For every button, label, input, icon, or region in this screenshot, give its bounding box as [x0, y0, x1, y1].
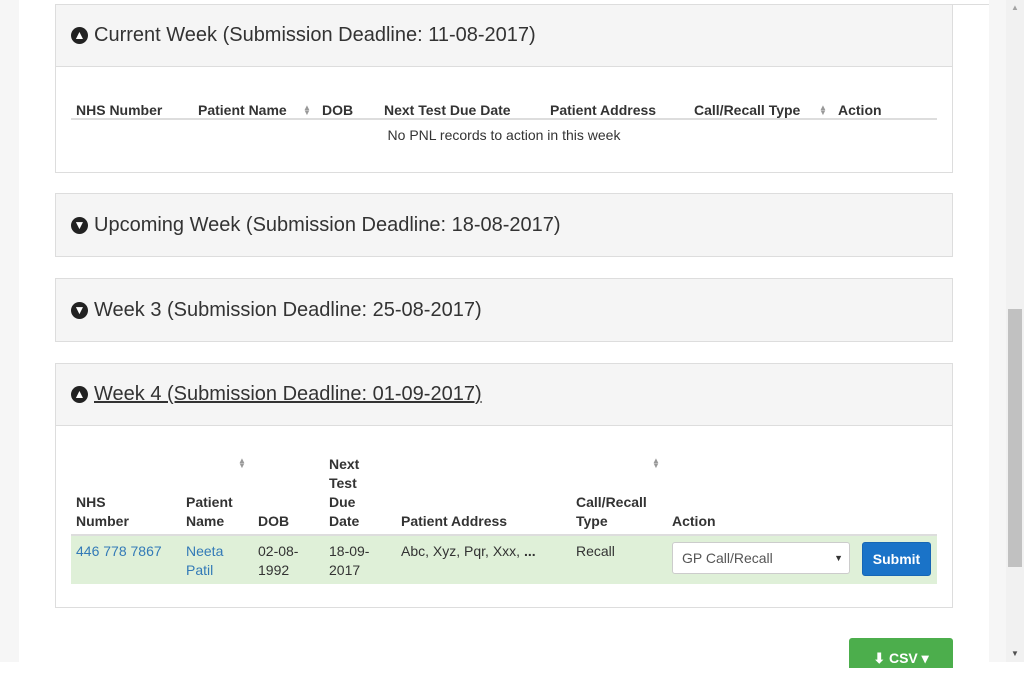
patient-name-line: Patil	[186, 562, 214, 578]
header-line: Next	[329, 456, 360, 472]
col-header-patient-name[interactable]: Patient Name ▲ ▼	[193, 95, 317, 119]
vertical-scrollbar[interactable]: ▲ ▼	[1006, 0, 1024, 662]
table-row: 446 778 7867 Neeta Patil 02-08- 1992 18-…	[71, 536, 937, 584]
header-line: Type	[576, 513, 608, 529]
col-header-call-recall-type[interactable]: Call/Recall Type ▲ ▼	[689, 95, 833, 119]
empty-message: No PNL records to action in this week	[387, 126, 621, 143]
address-more[interactable]: ...	[524, 543, 536, 559]
header-line: Number	[76, 513, 129, 529]
panel-week-4: ▲ Week 4 (Submission Deadline: 01-09-201…	[55, 363, 953, 608]
dob-value: 02-08- 1992	[258, 542, 298, 580]
page-left-margin	[0, 0, 19, 662]
col-header-action: Action	[672, 513, 716, 529]
col-header-label: Patient Name	[198, 102, 287, 118]
patient-name-line: Neeta	[186, 543, 224, 559]
address-text: Abc, Xyz, Pqr, Xxx,	[401, 543, 524, 559]
download-icon: ⬇	[873, 650, 886, 666]
chevron-up-circle-icon: ▲	[71, 27, 88, 44]
chevron-down-circle-icon: ▼	[71, 216, 88, 234]
due-date-line: 2017	[329, 562, 361, 578]
dob-line: 02-08-	[258, 543, 299, 559]
panel-toggle-week-4[interactable]: ▲ Week 4 (Submission Deadline: 01-09-201…	[71, 383, 482, 406]
header-line: Due	[329, 494, 356, 510]
col-header-label: Call/Recall Type	[694, 102, 801, 118]
header-line: Call/Recall	[576, 494, 647, 510]
panel-upcoming-week: ▼ Upcoming Week (Submission Deadline: 18…	[55, 193, 953, 257]
panel-heading-current-week: ▲ Current Week (Submission Deadline: 11-…	[56, 5, 952, 67]
sort-icon[interactable]: ▲ ▼	[651, 457, 661, 470]
action-select[interactable]: GP Call/Recall ▼	[672, 542, 850, 574]
panel-toggle-week-3[interactable]: ▼ Week 3 (Submission Deadline: 25-08-201…	[71, 299, 482, 322]
scroll-down-arrow-icon[interactable]: ▼	[1006, 646, 1024, 662]
sort-icon[interactable]: ▲ ▼	[302, 104, 312, 117]
header-line: Test	[329, 475, 357, 491]
panel-heading-week-3: ▼ Week 3 (Submission Deadline: 25-08-201…	[56, 279, 952, 341]
chevron-down-circle-icon: ▼	[71, 301, 88, 319]
due-date-value: 18-09- 2017	[329, 542, 369, 580]
submit-button[interactable]: Submit	[862, 542, 931, 576]
panel-title-current-week: Current Week (Submission Deadline: 11-08…	[94, 24, 536, 46]
panel-toggle-upcoming-week[interactable]: ▼ Upcoming Week (Submission Deadline: 18…	[71, 214, 561, 237]
col-header-dob[interactable]: DOB	[317, 95, 379, 119]
call-recall-type-value: Recall	[576, 543, 615, 559]
patient-name-link[interactable]: Neeta Patil	[186, 542, 223, 580]
dropdown-caret-icon: ▼	[834, 553, 843, 563]
col-header-nhs-number[interactable]: NHS Number	[71, 95, 193, 119]
col-header-dob[interactable]: DOB	[258, 512, 289, 531]
current-week-table: NHS Number Patient Name ▲ ▼ DOB Next Test…	[71, 95, 937, 149]
sort-icon[interactable]: ▲ ▼	[818, 104, 828, 117]
patient-address-value: Abc, Xyz, Pqr, Xxx, ...	[401, 542, 536, 561]
caret-down-icon: ▾	[921, 650, 929, 666]
col-header-next-test-due-date[interactable]: Next Test Due Date	[379, 95, 545, 119]
panel-title-week-4: Week 4 (Submission Deadline: 01-09-2017)	[94, 383, 482, 405]
dob-line: 1992	[258, 562, 290, 578]
scroll-up-arrow-icon[interactable]: ▲	[1006, 0, 1024, 16]
csv-export-button[interactable]: ⬇ CSV ▾	[849, 638, 953, 668]
col-header-next-test-due-date[interactable]: Next Test Due Date	[329, 455, 359, 531]
header-line: Patient	[186, 494, 233, 510]
panel-toggle-current-week[interactable]: ▲ Current Week (Submission Deadline: 11-…	[71, 24, 536, 47]
sort-icon[interactable]: ▲ ▼	[237, 457, 247, 470]
header-line: Date	[329, 513, 360, 529]
header-line: NHS	[76, 494, 106, 510]
col-header-action: Action	[838, 102, 882, 118]
panel-title-upcoming-week: Upcoming Week (Submission Deadline: 18-0…	[94, 213, 561, 236]
due-date-line: 18-09-	[329, 543, 370, 559]
panel-title-week-3: Week 3 (Submission Deadline: 25-08-2017)	[94, 298, 482, 321]
nhs-number-link[interactable]: 446 778 7867	[76, 542, 162, 561]
action-select-value: GP Call/Recall	[682, 550, 773, 566]
col-header-nhs-number[interactable]: NHS Number	[76, 493, 129, 531]
panel-heading-upcoming-week: ▼ Upcoming Week (Submission Deadline: 18…	[56, 194, 952, 256]
page-right-margin	[989, 0, 1006, 662]
panel-heading-week-4: ▲ Week 4 (Submission Deadline: 01-09-201…	[56, 364, 952, 426]
col-header-patient-name[interactable]: Patient Name	[186, 493, 233, 531]
col-header-patient-address[interactable]: Patient Address	[401, 512, 507, 531]
header-line: Name	[186, 513, 225, 529]
chevron-up-circle-icon: ▲	[71, 386, 88, 403]
panel-current-week: ▲ Current Week (Submission Deadline: 11-…	[55, 4, 953, 173]
panel-week-3: ▼ Week 3 (Submission Deadline: 25-08-201…	[55, 278, 953, 342]
csv-label: CSV	[888, 650, 918, 666]
col-header-patient-address[interactable]: Patient Address	[545, 95, 689, 119]
col-header-call-recall-type[interactable]: Call/Recall Type	[576, 493, 647, 531]
scrollbar-thumb[interactable]	[1008, 309, 1022, 567]
